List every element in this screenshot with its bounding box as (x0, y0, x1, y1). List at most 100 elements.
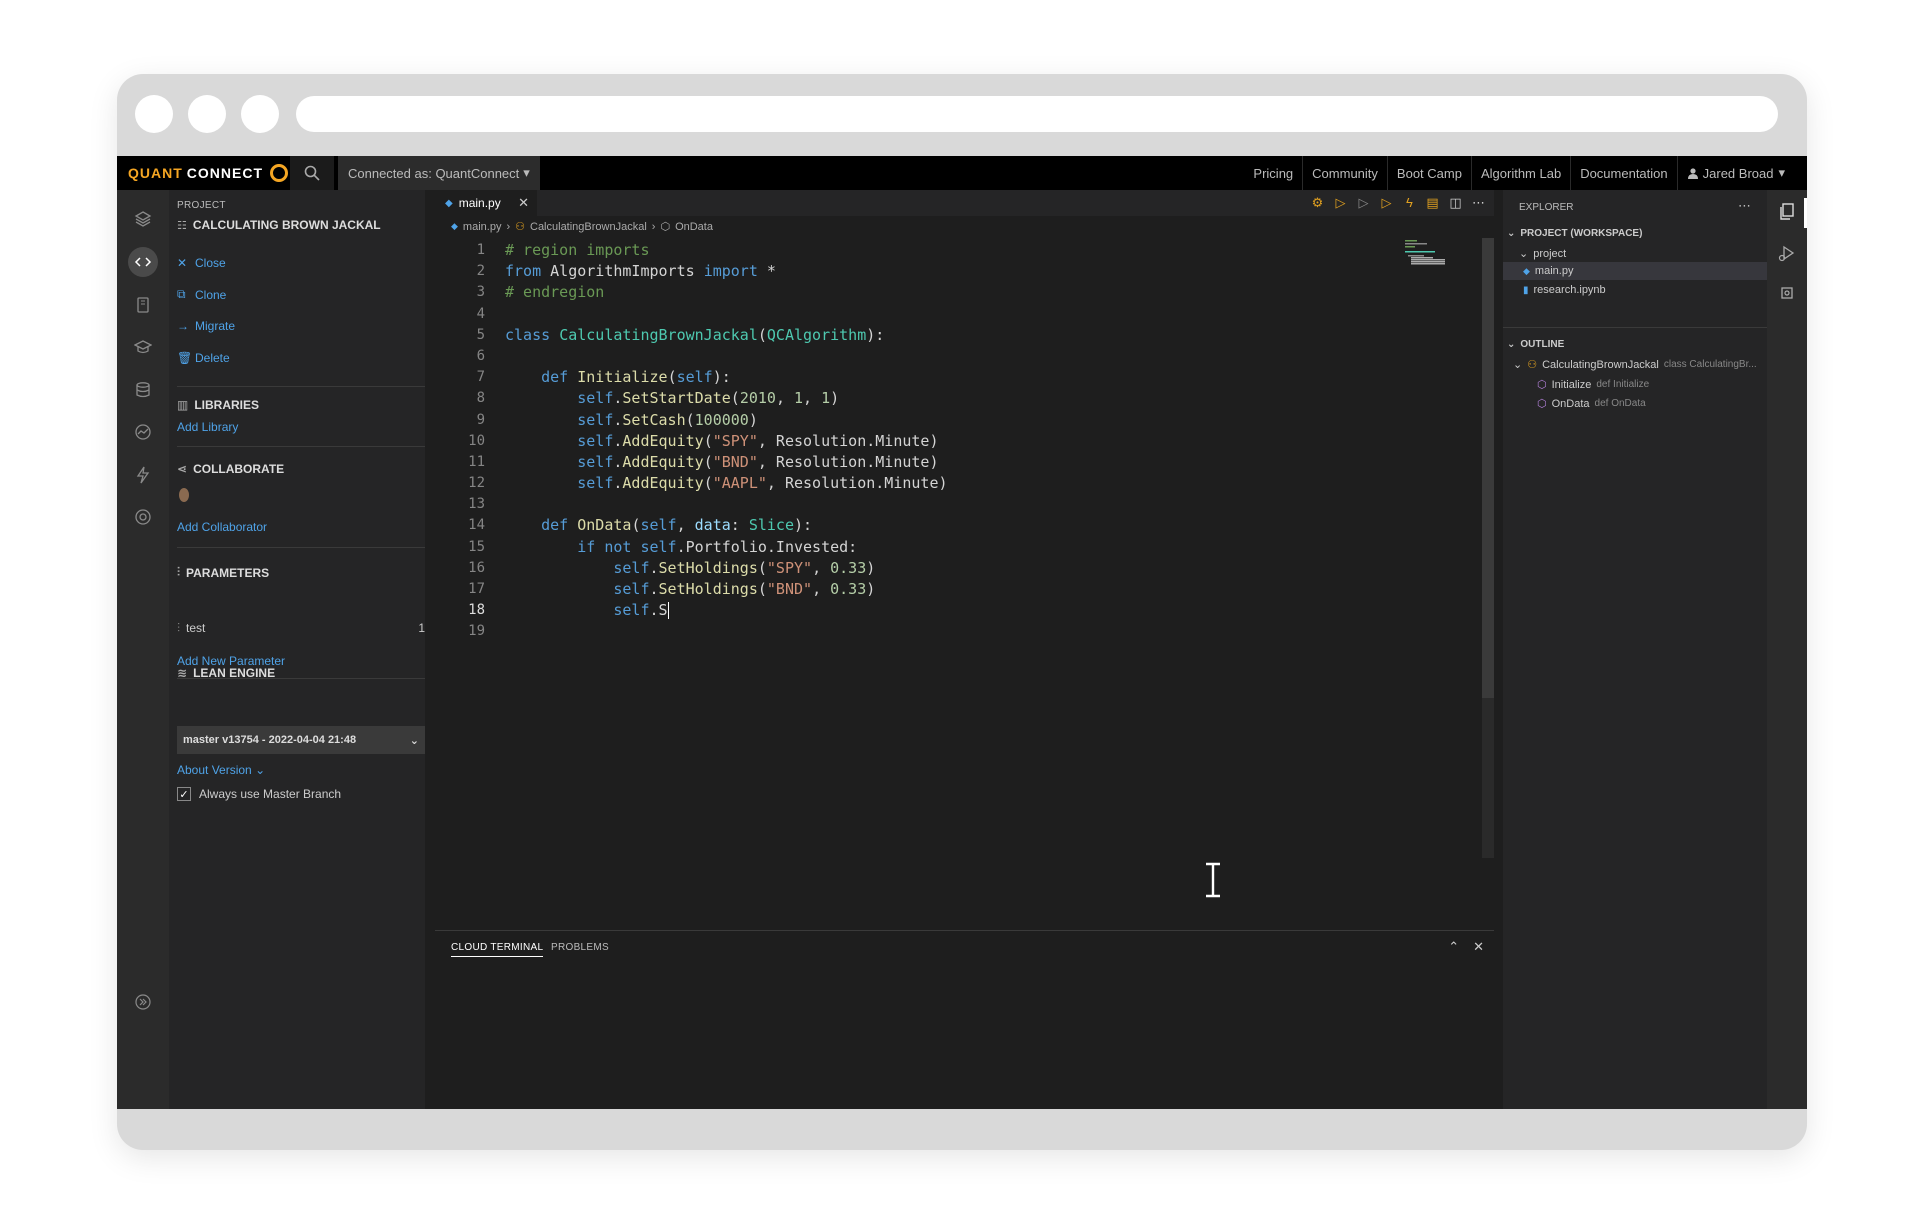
nav-link-documentation[interactable]: Documentation (1570, 156, 1676, 190)
code-line[interactable]: 19 (435, 621, 1335, 642)
share-icon: ⋖ (177, 462, 188, 476)
debug-icon[interactable]: ▷ (1356, 195, 1371, 211)
code-area[interactable]: 1 # region imports 2 from AlgorithmImports … (435, 240, 1335, 643)
code-line[interactable]: 5 class CalculatingBrownJackal(QCAlgorith… (435, 325, 1335, 346)
lightning-icon[interactable] (128, 460, 158, 490)
code-line[interactable]: 2 from AlgorithmImports import * (435, 261, 1335, 282)
line-number: 7 (476, 369, 485, 386)
nav-link-algorithm-lab[interactable]: Algorithm Lab (1470, 156, 1570, 190)
code-line[interactable]: 11 self.AddEquity("BND", Resolution.Minu… (435, 452, 1335, 473)
parameter-value: 1 (418, 621, 425, 635)
database-icon[interactable] (128, 375, 158, 405)
outline-item-class[interactable]: ⌄ ⚇ CalculatingBrownJackal class Calcula… (1513, 358, 1757, 372)
run-debug-icon[interactable] (1778, 244, 1796, 262)
code-line[interactable]: 17 self.SetHoldings("BND", 0.33) (435, 579, 1335, 600)
tab-problems[interactable]: PROBLEMS (551, 942, 609, 953)
collaborator-avatar[interactable] (179, 488, 189, 502)
line-number: 1 (476, 242, 485, 258)
delete-project-button[interactable]: 🗑 Delete (177, 351, 230, 365)
workspace-heading[interactable]: ⌄ PROJECT (WORKSPACE) (1507, 228, 1642, 239)
code-line[interactable]: 16 self.SetHoldings("SPY", 0.33) (435, 558, 1335, 579)
search-icon[interactable] (290, 156, 334, 190)
chart-circle-icon[interactable] (128, 417, 158, 447)
window-button-minimize[interactable] (188, 95, 226, 133)
logo[interactable]: QUANT CONNECT (117, 156, 290, 190)
tab-main-py[interactable]: ◆ main.py ✕ (435, 190, 537, 216)
add-library-link[interactable]: Add Library (177, 420, 238, 434)
expand-panel-icon[interactable] (128, 987, 158, 1017)
library-icon: ▥ (177, 398, 189, 412)
parameter-row[interactable]: ⫶ test 1 (177, 621, 425, 636)
code-line[interactable]: 12 self.AddEquity("AAPL", Resolution.Min… (435, 473, 1335, 494)
code-icon[interactable] (128, 247, 158, 277)
book-icon[interactable] (128, 290, 158, 320)
browser-window: QUANT CONNECT Connected as: QuantConnect … (117, 74, 1807, 1150)
more-icon[interactable]: ⋯ (1738, 198, 1751, 214)
user-menu[interactable]: Jared Broad ▾ (1676, 156, 1807, 190)
support-icon[interactable] (128, 502, 158, 532)
engine-icon: ≋ (177, 666, 188, 680)
layers-icon[interactable] (128, 204, 158, 234)
split-editor-icon[interactable]: ◫ (1448, 195, 1463, 211)
parameter-name: ⫶ test (177, 621, 206, 635)
code-editor: ◆ main.py ✕ ⚙ ▷ ▷ ▷ ϟ ▤ ◫ ⋯ ◆ main.py › … (435, 190, 1494, 1109)
nav-link-pricing[interactable]: Pricing (1244, 156, 1302, 190)
code-line[interactable]: 8 self.SetStartDate(2010, 1, 1) (435, 388, 1335, 409)
code-line[interactable]: 14 def OnData(self, data: Slice): (435, 515, 1335, 536)
python-file-icon: ◆ (445, 197, 453, 209)
code-line[interactable]: 9 self.SetCash(100000) (435, 410, 1335, 431)
breadcrumb: ◆ main.py › ⚇ CalculatingBrownJackal › ⬡… (451, 220, 713, 234)
files-icon[interactable] (1778, 203, 1796, 221)
close-panel-icon[interactable]: ✕ (1473, 939, 1484, 955)
code-line[interactable]: 7 def Initialize(self): (435, 367, 1335, 388)
code-line[interactable]: 13 (435, 494, 1335, 515)
code-line[interactable]: 4 (435, 304, 1335, 325)
nav-link-community[interactable]: Community (1302, 156, 1387, 190)
more-icon[interactable]: ⋯ (1471, 195, 1486, 211)
minimap[interactable] (1405, 238, 1465, 268)
file-research-ipynb[interactable]: ▮ research.ipynb (1523, 284, 1606, 296)
tab-cloud-terminal[interactable]: CLOUD TERMINAL (451, 942, 544, 957)
window-button-close[interactable] (135, 95, 173, 133)
stack-icon[interactable]: ▤ (1425, 195, 1440, 211)
code-line[interactable]: 3 # endregion (435, 282, 1335, 303)
address-bar[interactable] (296, 96, 1778, 132)
file-main-py[interactable]: ◆ main.py (1523, 265, 1573, 277)
code-line[interactable]: 15 if not self.Portfolio.Invested: (435, 537, 1335, 558)
build-icon[interactable]: ⚙ (1310, 195, 1325, 211)
optimize-icon[interactable]: ▷ (1379, 195, 1394, 211)
close-tab-icon[interactable]: ✕ (518, 195, 529, 211)
outline-heading[interactable]: ⌄ OUTLINE (1507, 339, 1564, 350)
collaborate-heading: ⋖ COLLABORATE (177, 462, 285, 476)
chevron-down-icon: ⌄ (1507, 339, 1516, 350)
folder-project[interactable]: ⌄ project (1519, 247, 1566, 261)
scrollbar-thumb[interactable] (1482, 238, 1494, 698)
extensions-icon[interactable] (1778, 284, 1796, 302)
outline-item-initialize[interactable]: ⬡ Initialize def Initialize (1537, 378, 1649, 392)
chevron-down-icon: ⌄ (1513, 359, 1523, 371)
code-line[interactable]: 18 self.S (435, 600, 1335, 621)
graduation-cap-icon[interactable] (128, 332, 158, 362)
outline-item-ondata[interactable]: ⬡ OnData def OnData (1537, 397, 1646, 411)
migrate-project-button[interactable]: → Migrate (177, 319, 235, 333)
method-icon: ⬡ (660, 221, 671, 233)
connected-as-dropdown[interactable]: Connected as: QuantConnect ▾ (338, 156, 540, 190)
chevron-up-icon[interactable]: ⌃ (1448, 939, 1459, 955)
class-icon: ⚇ (515, 221, 525, 233)
add-collaborator-link[interactable]: Add Collaborator (177, 520, 267, 534)
code-line[interactable]: 10 self.AddEquity("SPY", Resolution.Minu… (435, 431, 1335, 452)
live-trade-icon[interactable]: ϟ (1402, 195, 1417, 211)
code-text: class CalculatingBrownJackal(QCAlgorithm… (505, 325, 885, 344)
clone-project-button[interactable]: ⧉ Clone (177, 287, 226, 302)
nav-link-boot-camp[interactable]: Boot Camp (1386, 156, 1471, 190)
code-line[interactable]: 1 # region imports (435, 240, 1335, 261)
method-icon: ⬡ (1537, 379, 1547, 391)
active-indicator (1804, 198, 1807, 228)
close-project-button[interactable]: ✕ Close (177, 256, 226, 270)
project-section-title: PROJECT (177, 200, 226, 211)
backtest-icon[interactable]: ▷ (1333, 195, 1348, 211)
window-button-maximize[interactable] (241, 95, 279, 133)
code-line[interactable]: 6 (435, 346, 1335, 367)
explorer-title: EXPLORER (1519, 202, 1574, 213)
text-caret (667, 602, 669, 620)
